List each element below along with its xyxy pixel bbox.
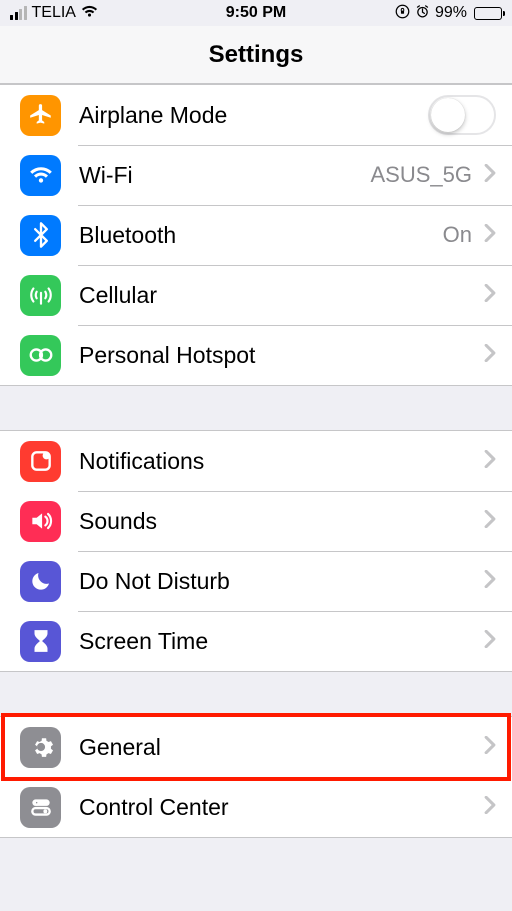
- battery-icon: [472, 7, 502, 20]
- chevron-right-icon: [484, 284, 496, 307]
- hourglass-icon: [20, 621, 61, 662]
- settings-group-general: General Control Center: [0, 716, 512, 838]
- status-left: TELIA: [10, 4, 98, 22]
- page-title: Settings: [0, 26, 512, 84]
- row-control-center[interactable]: Control Center: [0, 777, 512, 837]
- status-right: 99%: [395, 4, 502, 23]
- moon-icon: [20, 561, 61, 602]
- row-do-not-disturb[interactable]: Do Not Disturb: [0, 551, 512, 611]
- bluetooth-icon: [20, 215, 61, 256]
- row-wifi[interactable]: Wi-Fi ASUS_5G: [0, 145, 512, 205]
- chevron-right-icon: [484, 510, 496, 533]
- chevron-right-icon: [484, 570, 496, 593]
- gear-icon: [20, 727, 61, 768]
- airplane-mode-toggle[interactable]: [428, 95, 496, 135]
- notifications-icon: [20, 441, 61, 482]
- row-airplane-mode[interactable]: Airplane Mode: [0, 85, 512, 145]
- chevron-right-icon: [484, 344, 496, 367]
- chevron-right-icon: [484, 630, 496, 653]
- row-value: ASUS_5G: [371, 162, 473, 188]
- cellular-icon: [20, 275, 61, 316]
- row-label: Sounds: [79, 508, 484, 535]
- row-label: Notifications: [79, 448, 484, 475]
- row-sounds[interactable]: Sounds: [0, 491, 512, 551]
- chevron-right-icon: [484, 736, 496, 759]
- carrier-label: TELIA: [32, 4, 76, 22]
- sounds-icon: [20, 501, 61, 542]
- row-label: Airplane Mode: [79, 102, 428, 129]
- row-label: Screen Time: [79, 628, 484, 655]
- wifi-status-icon: [81, 5, 98, 22]
- row-label: Cellular: [79, 282, 484, 309]
- row-label: Bluetooth: [79, 222, 443, 249]
- row-label: Wi-Fi: [79, 162, 371, 189]
- row-notifications[interactable]: Notifications: [0, 431, 512, 491]
- row-label: General: [79, 734, 484, 761]
- settings-group-connectivity: Airplane Mode Wi-Fi ASUS_5G Bluetooth On…: [0, 84, 512, 386]
- status-bar: TELIA 9:50 PM 99%: [0, 0, 512, 26]
- chevron-right-icon: [484, 450, 496, 473]
- row-label: Personal Hotspot: [79, 342, 484, 369]
- row-label: Do Not Disturb: [79, 568, 484, 595]
- row-label: Control Center: [79, 794, 484, 821]
- row-cellular[interactable]: Cellular: [0, 265, 512, 325]
- control-center-icon: [20, 787, 61, 828]
- chevron-right-icon: [484, 224, 496, 247]
- row-screen-time[interactable]: Screen Time: [0, 611, 512, 671]
- chevron-right-icon: [484, 164, 496, 187]
- hotspot-icon: [20, 335, 61, 376]
- orientation-lock-icon: [395, 4, 410, 23]
- highlighted-row-wrap: General: [0, 717, 512, 777]
- row-bluetooth[interactable]: Bluetooth On: [0, 205, 512, 265]
- airplane-icon: [20, 95, 61, 136]
- alarm-icon: [415, 4, 430, 23]
- row-value: On: [443, 222, 472, 248]
- row-hotspot[interactable]: Personal Hotspot: [0, 325, 512, 385]
- battery-pct: 99%: [435, 4, 467, 22]
- wifi-icon: [20, 155, 61, 196]
- row-general[interactable]: General: [0, 717, 512, 777]
- signal-icon: [10, 6, 27, 20]
- chevron-right-icon: [484, 796, 496, 819]
- settings-group-notifications: Notifications Sounds Do Not Disturb Scre…: [0, 430, 512, 672]
